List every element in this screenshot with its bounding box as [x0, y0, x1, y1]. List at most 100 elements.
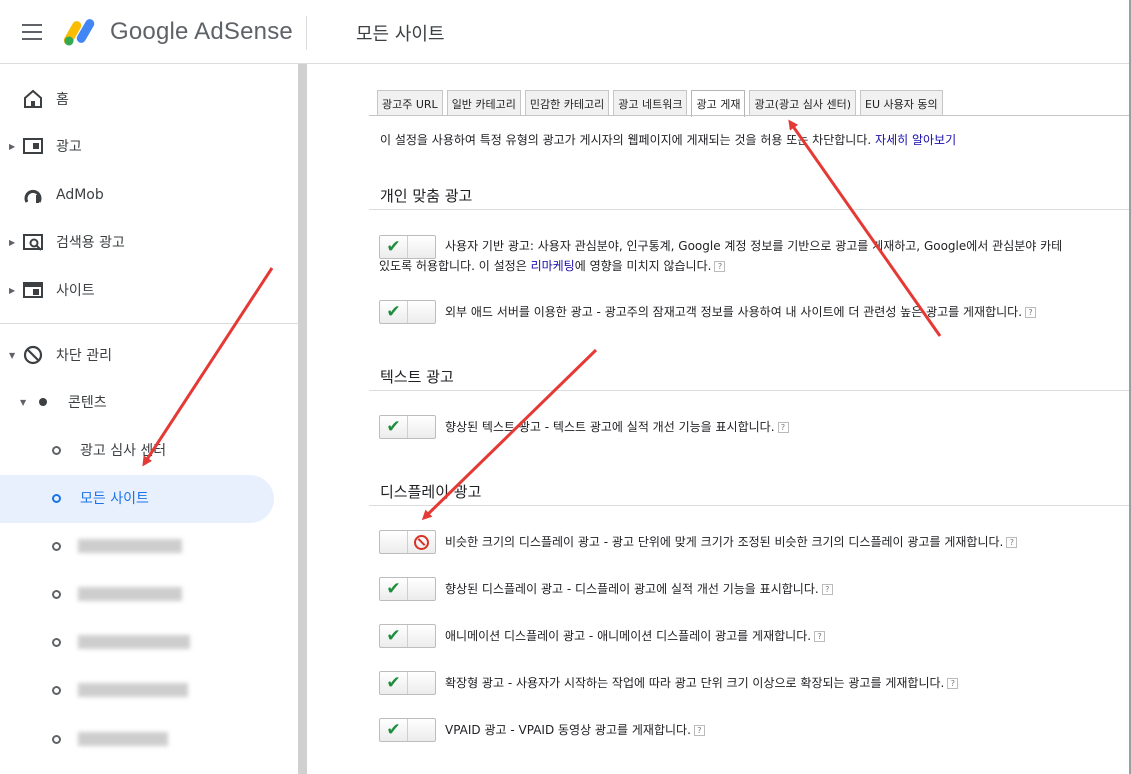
- option-text: VPAID 광고 - VPAID 동영상 광고를 게재합니다.: [445, 723, 691, 737]
- search-ads-icon: [23, 234, 43, 251]
- expand-caret-icon[interactable]: ▶: [9, 142, 15, 151]
- circle-bullet-icon: [52, 685, 61, 695]
- block-icon: [23, 345, 43, 365]
- sidebar-item-admob[interactable]: AdMob: [0, 172, 298, 218]
- sidebar-item-label: 콘텐츠: [68, 395, 107, 411]
- expand-caret-icon[interactable]: ▶: [9, 286, 15, 295]
- page-description: 이 설정을 사용하여 특정 유형의 광고가 게시자의 웹페이지에 게재되는 것을…: [380, 131, 956, 148]
- toggle-enhanced-display-ads[interactable]: ✔: [379, 577, 436, 601]
- checkmark-icon: ✔: [380, 672, 408, 694]
- main-content: 광고주 URL 일반 카테고리 민감한 카테고리 광고 네트워크 광고 게재 광…: [307, 64, 1131, 774]
- checkmark-icon: ✔: [380, 578, 408, 600]
- help-icon[interactable]: ?: [1025, 307, 1037, 318]
- section-divider: [369, 505, 1131, 506]
- sidebar-divider: [0, 323, 298, 324]
- header-divider: [306, 16, 307, 50]
- sidebar-scrollbar[interactable]: [298, 64, 307, 774]
- tab-advertiser-urls[interactable]: 광고주 URL: [377, 90, 443, 116]
- redacted-site-name: [78, 732, 168, 746]
- sidebar: 홈 ▶ 광고 AdMob ▶ 검색용 광고 ▶ 사이트 ▼ 차단 관리 ▼ 콘텐…: [0, 64, 298, 774]
- top-app-bar: Google AdSense 모든 사이트: [0, 0, 1131, 64]
- option-text: 향상된 디스플레이 광고 - 디스플레이 광고에 실적 개선 기능을 표시합니다…: [445, 582, 819, 596]
- section-title-personalized: 개인 맞춤 광고: [380, 187, 473, 205]
- option-user-based-ads: 사용자 기반 광고: 사용자 관심분야, 인구통계, Google 계정 정보를…: [379, 236, 1063, 276]
- tab-ad-review-center[interactable]: 광고(광고 심사 센터): [749, 90, 856, 116]
- sidebar-item-label: 차단 관리: [56, 348, 112, 364]
- toggle-vpaid-ads[interactable]: ✔: [379, 718, 436, 742]
- redacted-site-name: [78, 635, 190, 649]
- option-text: 비슷한 크기의 디스플레이 광고 - 광고 단위에 맞게 크기가 조정된 비슷한…: [445, 535, 1004, 549]
- help-icon[interactable]: ?: [714, 261, 726, 272]
- help-icon[interactable]: ?: [1006, 537, 1018, 548]
- sidebar-item-content[interactable]: ▼ 콘텐츠: [0, 379, 298, 425]
- option-text-part: 에 영향을 미치지 않습니다.: [574, 259, 712, 273]
- help-icon[interactable]: ?: [693, 725, 705, 736]
- tab-general-categories[interactable]: 일반 카테고리: [446, 90, 521, 116]
- sidebar-item-all-sites[interactable]: 모든 사이트: [0, 475, 298, 521]
- tab-bar: 광고주 URL 일반 카테고리 민감한 카테고리 광고 네트워크 광고 게재 광…: [377, 90, 947, 117]
- help-icon[interactable]: ?: [947, 678, 959, 689]
- option-vpaid-ads: VPAID 광고 - VPAID 동영상 광고를 게재합니다.?: [445, 720, 705, 740]
- sidebar-item-ads[interactable]: ▶ 광고: [0, 123, 298, 169]
- help-icon[interactable]: ?: [821, 584, 833, 595]
- tab-eu-user-consent[interactable]: EU 사용자 동의: [860, 90, 943, 116]
- option-animated-display-ads: 애니메이션 디스플레이 광고 - 애니메이션 디스플레이 광고를 게재합니다.?: [445, 626, 826, 646]
- option-text: 외부 애드 서버를 이용한 광고 - 광고주의 잠재고객 정보를 사용하여 내 …: [445, 305, 1023, 319]
- brand-name: Google AdSense: [110, 18, 293, 45]
- sidebar-item-label: 광고 심사 센터: [80, 443, 167, 459]
- toggle-third-party-ad-server[interactable]: ✔: [379, 300, 436, 324]
- sidebar-item-site[interactable]: [0, 667, 298, 713]
- expand-caret-icon[interactable]: ▶: [9, 238, 15, 247]
- toggle-similar-sized-display-ads[interactable]: [379, 530, 436, 554]
- collapse-caret-icon[interactable]: ▼: [9, 351, 15, 360]
- learn-more-link[interactable]: 자세히 알아보기: [875, 133, 956, 147]
- sidebar-item-ad-review-center[interactable]: 광고 심사 센터: [0, 427, 298, 473]
- sidebar-item-site[interactable]: [0, 523, 298, 569]
- option-text: 확장형 광고 - 사용자가 시작하는 작업에 따라 광고 단위 크기 이상으로 …: [445, 676, 945, 690]
- toggle-expandable-ads[interactable]: ✔: [379, 671, 436, 695]
- sidebar-item-home[interactable]: 홈: [0, 76, 298, 122]
- tab-ad-networks[interactable]: 광고 네트워크: [613, 90, 688, 116]
- option-similar-sized-display-ads: 비슷한 크기의 디스플레이 광고 - 광고 단위에 맞게 크기가 조정된 비슷한…: [445, 532, 1018, 552]
- page-title: 모든 사이트: [356, 24, 445, 45]
- option-text-part: 있도록 허용합니다. 이 설정은: [379, 259, 531, 273]
- checkmark-icon: ✔: [380, 625, 408, 647]
- sidebar-item-search-ads[interactable]: ▶ 검색용 광고: [0, 219, 298, 265]
- option-text: 향상된 텍스트 광고 - 텍스트 광고에 실적 개선 기능을 표시합니다.: [445, 420, 775, 434]
- help-icon[interactable]: ?: [814, 631, 826, 642]
- admob-icon: [24, 189, 42, 203]
- remarketing-link[interactable]: 리마케팅: [531, 259, 575, 273]
- section-divider: [369, 390, 1131, 391]
- block-icon: [407, 531, 435, 553]
- checkmark-icon: ✔: [380, 236, 408, 258]
- redacted-site-name: [78, 587, 182, 601]
- sidebar-item-site[interactable]: [0, 716, 298, 762]
- ads-icon: [23, 138, 43, 154]
- circle-bullet-icon: [52, 541, 61, 551]
- tab-sensitive-categories[interactable]: 민감한 카테고리: [524, 90, 610, 116]
- sidebar-item-sites[interactable]: ▶ 사이트: [0, 267, 298, 313]
- circle-bullet-icon: [52, 589, 61, 599]
- sidebar-item-label: 광고: [56, 139, 82, 155]
- option-text: 사용자 기반 광고: 사용자 관심분야, 인구통계, Google 계정 정보를…: [445, 239, 1063, 253]
- sidebar-item-label: 검색용 광고: [56, 235, 125, 251]
- tab-ad-serving[interactable]: 광고 게재: [691, 90, 746, 117]
- description-text: 이 설정을 사용하여 특정 유형의 광고가 게시자의 웹페이지에 게재되는 것을…: [380, 133, 872, 147]
- checkmark-icon: ✔: [380, 301, 408, 323]
- sidebar-item-site[interactable]: [0, 619, 298, 665]
- circle-bullet-icon: [52, 493, 61, 503]
- adsense-logo-icon: [64, 19, 95, 46]
- sidebar-item-blocking-controls[interactable]: ▼ 차단 관리: [0, 332, 298, 378]
- sidebar-item-label: 사이트: [56, 283, 95, 299]
- checkmark-icon: ✔: [380, 719, 408, 741]
- help-icon[interactable]: ?: [777, 422, 789, 433]
- redacted-site-name: [78, 539, 182, 553]
- checkmark-icon: ✔: [380, 416, 408, 438]
- toggle-enhanced-text-ads[interactable]: ✔: [379, 415, 436, 439]
- sidebar-item-site[interactable]: [0, 571, 298, 617]
- tab-underline: [369, 115, 1131, 116]
- option-enhanced-text-ads: 향상된 텍스트 광고 - 텍스트 광고에 실적 개선 기능을 표시합니다.?: [445, 417, 789, 437]
- hamburger-menu-icon[interactable]: [22, 24, 42, 40]
- toggle-animated-display-ads[interactable]: ✔: [379, 624, 436, 648]
- collapse-caret-icon[interactable]: ▼: [20, 398, 26, 407]
